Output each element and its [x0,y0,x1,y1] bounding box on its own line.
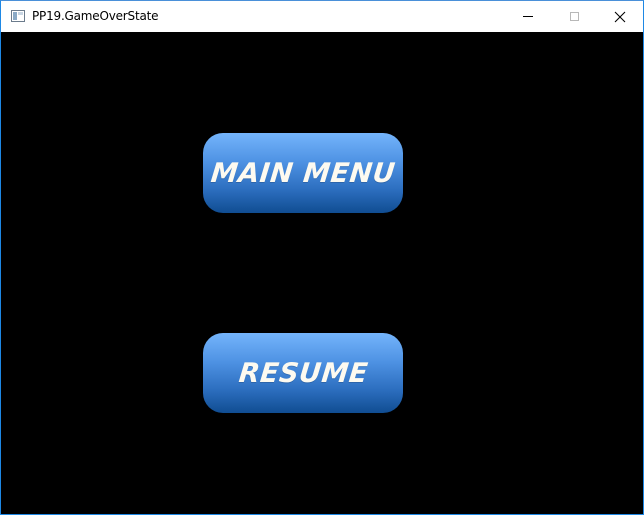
title-bar[interactable]: PP19.GameOverState [1,1,643,32]
app-window-icon[interactable] [11,10,25,22]
main-menu-button-label: MAIN MENU [209,157,397,189]
close-icon [614,11,626,22]
minimize-icon [523,16,533,17]
app-window: PP19.GameOverState MAIN MENU RESUME [0,0,644,515]
main-menu-button[interactable]: MAIN MENU [203,133,403,213]
resume-button[interactable]: RESUME [203,333,403,413]
maximize-button[interactable] [551,1,597,32]
window-title: PP19.GameOverState [32,9,159,23]
game-canvas: MAIN MENU RESUME [1,32,643,514]
minimize-button[interactable] [505,1,551,32]
resume-button-label: RESUME [236,357,370,389]
maximize-icon [569,12,579,21]
close-button[interactable] [597,1,643,32]
